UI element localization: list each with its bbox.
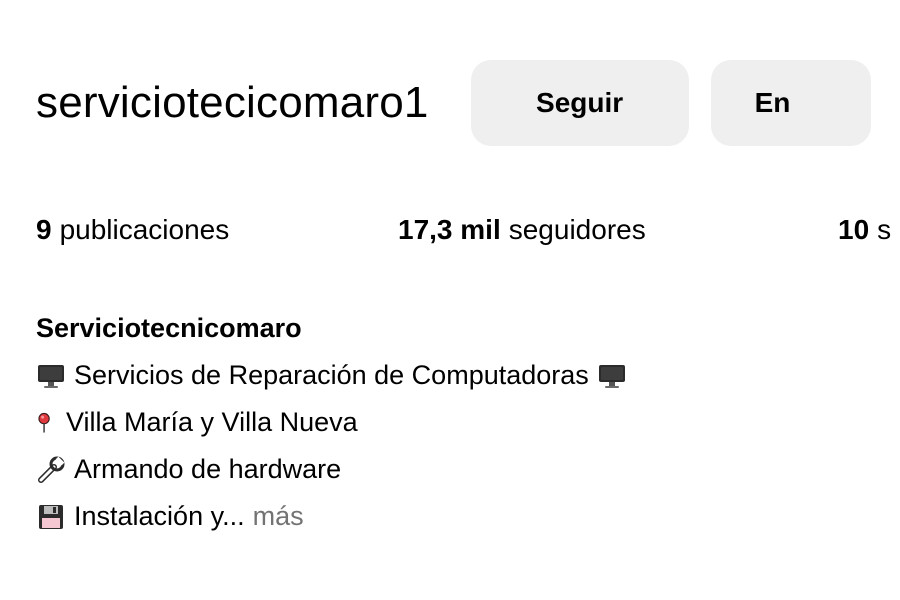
following-stat[interactable]: 10 s (838, 214, 891, 246)
floppy-disk-icon (39, 504, 63, 529)
profile-page: serviciotecicomaro1 Seguir En 9 publicac… (0, 0, 900, 600)
profile-bio: Serviciotecnicomaro Servicios de Reparac… (36, 305, 627, 540)
bio-line-location: Villa María y Villa Nueva (36, 399, 627, 446)
bio-line-install: Instalación y... más (36, 493, 627, 540)
bio-name: Serviciotecnicomaro (36, 313, 302, 343)
pushpin-icon (38, 412, 50, 433)
more-link[interactable]: más (253, 493, 304, 540)
following-count: 10 (838, 214, 870, 245)
follow-button[interactable]: Seguir (470, 60, 689, 146)
profile-username: serviciotecicomaro1 (36, 78, 429, 127)
followers-label: seguidores (508, 214, 646, 245)
wrench-icon (38, 456, 65, 483)
profile-stats: 9 publicaciones 17,3 mil seguidores 10 s (36, 205, 891, 255)
bio-text-hardware: Armando de hardware (74, 454, 342, 484)
computer-icon (598, 364, 625, 388)
posts-label: publicaciones (59, 214, 230, 245)
bio-text-install: Instalación y... (74, 501, 245, 531)
following-label: s (877, 214, 892, 245)
bio-line-services: Servicios de Reparación de Computadoras (36, 352, 627, 399)
computer-icon (38, 364, 64, 388)
posts-stat: 9 publicaciones (36, 214, 398, 246)
profile-header: serviciotecicomaro1 Seguir En (36, 60, 871, 146)
message-button[interactable]: En (710, 60, 871, 146)
posts-count: 9 (36, 214, 52, 245)
followers-count: 17,3 mil (398, 214, 501, 245)
bio-line-hardware: Armando de hardware (36, 446, 627, 493)
bio-text-services: Servicios de Reparación de Computadoras (74, 360, 589, 390)
bio-text-location: Villa María y Villa Nueva (66, 407, 358, 437)
followers-stat[interactable]: 17,3 mil seguidores (398, 214, 838, 246)
